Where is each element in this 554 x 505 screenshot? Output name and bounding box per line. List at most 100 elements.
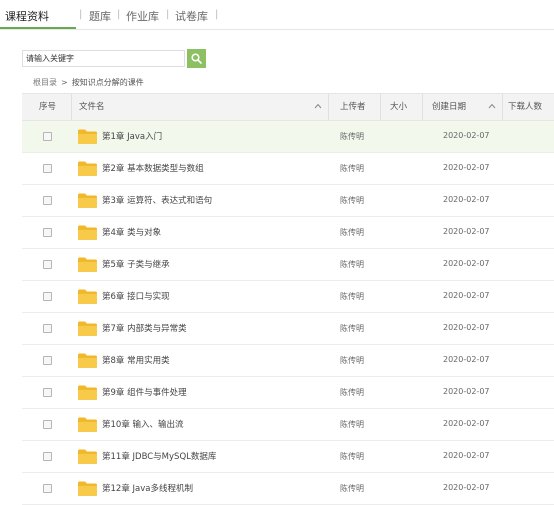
breadcrumb-current: 按知识点分解的课件 [71,78,144,87]
row-checkbox[interactable] [43,484,52,493]
header-size[interactable]: 大小 [390,94,407,120]
folder-icon[interactable] [77,416,98,433]
active-tab-indicator [0,27,76,29]
folder-icon[interactable] [77,256,98,273]
breadcrumb-root[interactable]: 根目录 [33,78,57,87]
uploader-name: 陈传明 [340,260,364,269]
tab-separator: | [166,9,170,20]
table-body: 第1章 Java入门 陈传明 2020-02-07 第2章 基本数据类型与数组 陈传明 2… [22,121,554,505]
uploader-name: 陈传明 [340,164,364,173]
header-divider [502,94,503,120]
sort-caret-icon[interactable] [314,103,322,109]
tab-homework-bank[interactable]: 作业库 [126,8,159,24]
folder-icon[interactable] [77,224,98,241]
row-checkbox[interactable] [43,452,52,461]
uploader-name: 陈传明 [340,356,364,365]
uploader-name: 陈传明 [340,324,364,333]
table-row[interactable]: 第12章 Java多线程机制 陈传明 2020-02-07 [22,473,554,505]
header-filename[interactable]: 文件名 [79,94,105,120]
breadcrumb-separator: > [61,78,68,87]
created-date: 2020-02-07 [443,195,490,204]
table-row[interactable]: 第1章 Java入门 陈传明 2020-02-07 [22,121,554,153]
sort-caret-icon[interactable] [488,103,496,109]
row-checkbox[interactable] [43,164,52,173]
breadcrumb: 根目录 > 按知识点分解的课件 [33,77,144,88]
table-row[interactable]: 第8章 常用实用类 陈传明 2020-02-07 [22,345,554,377]
row-checkbox[interactable] [43,356,52,365]
header-uploader[interactable]: 上传者 [340,94,366,120]
header-divider [380,94,381,120]
tab-course-materials[interactable]: 课程资料 [5,8,49,24]
created-date: 2020-02-07 [443,291,490,300]
tab-question-bank[interactable]: 题库 [89,8,111,24]
table-row[interactable]: 第4章 类与对象 陈传明 2020-02-07 [22,217,554,249]
folder-icon[interactable] [77,352,98,369]
header-downloads[interactable]: 下载人数 [508,94,542,120]
file-name-link[interactable]: 第7章 内部类与异常类 [102,322,187,334]
folder-icon[interactable] [77,160,98,177]
file-name-link[interactable]: 第9章 组件与事件处理 [102,386,187,398]
file-table: 序号 文件名 上传者 大小 创建日期 下载人数 第1章 Java入门 陈传明 202… [22,93,554,505]
created-date: 2020-02-07 [443,483,490,492]
row-checkbox[interactable] [43,292,52,301]
folder-icon[interactable] [77,288,98,305]
file-name-link[interactable]: 第3章 运算符、表达式和语句 [102,194,212,206]
table-row[interactable]: 第6章 接口与实现 陈传明 2020-02-07 [22,281,554,313]
folder-icon[interactable] [77,320,98,337]
file-name-link[interactable]: 第5章 子类与继承 [102,258,170,270]
row-checkbox[interactable] [43,196,52,205]
table-row[interactable]: 第7章 内部类与异常类 陈传明 2020-02-07 [22,313,554,345]
created-date: 2020-02-07 [443,163,490,172]
row-checkbox[interactable] [43,260,52,269]
table-row[interactable]: 第2章 基本数据类型与数组 陈传明 2020-02-07 [22,153,554,185]
uploader-name: 陈传明 [340,292,364,301]
header-created-date[interactable]: 创建日期 [432,94,466,120]
created-date: 2020-02-07 [443,131,490,140]
header-divider [422,94,423,120]
file-name-link[interactable]: 第10章 输入、输出流 [102,418,184,430]
row-checkbox[interactable] [43,420,52,429]
uploader-name: 陈传明 [340,228,364,237]
table-row[interactable]: 第3章 运算符、表达式和语句 陈传明 2020-02-07 [22,185,554,217]
folder-icon[interactable] [77,384,98,401]
folder-icon[interactable] [77,448,98,465]
folder-icon[interactable] [77,480,98,497]
search-box [22,50,185,67]
table-header: 序号 文件名 上传者 大小 创建日期 下载人数 [22,93,554,121]
table-row[interactable]: 第10章 输入、输出流 陈传明 2020-02-07 [22,409,554,441]
created-date: 2020-02-07 [443,419,490,428]
search-input[interactable] [23,51,181,66]
row-checkbox[interactable] [43,132,52,141]
created-date: 2020-02-07 [443,451,490,460]
table-row[interactable]: 第9章 组件与事件处理 陈传明 2020-02-07 [22,377,554,409]
uploader-name: 陈传明 [340,420,364,429]
uploader-name: 陈传明 [340,196,364,205]
table-row[interactable]: 第5章 子类与继承 陈传明 2020-02-07 [22,249,554,281]
folder-icon[interactable] [77,192,98,209]
uploader-name: 陈传明 [340,132,364,141]
created-date: 2020-02-07 [443,323,490,332]
uploader-name: 陈传明 [340,388,364,397]
created-date: 2020-02-07 [443,387,490,396]
file-name-link[interactable]: 第4章 类与对象 [102,226,161,238]
tab-bar: 课程资料 | 题库 | 作业库 | 试卷库 | [0,0,554,30]
created-date: 2020-02-07 [443,227,490,236]
header-divider [71,94,72,120]
row-checkbox[interactable] [43,228,52,237]
row-checkbox[interactable] [43,388,52,397]
tab-separator: | [215,9,219,20]
file-name-link[interactable]: 第2章 基本数据类型与数组 [102,162,204,174]
uploader-name: 陈传明 [340,452,364,461]
search-button[interactable] [187,49,206,68]
file-name-link[interactable]: 第12章 Java多线程机制 [102,482,193,494]
created-date: 2020-02-07 [443,355,490,364]
table-row[interactable]: 第11章 JDBC与MySQL数据库 陈传明 2020-02-07 [22,441,554,473]
file-name-link[interactable]: 第1章 Java入门 [102,130,162,142]
file-name-link[interactable]: 第8章 常用实用类 [102,354,170,366]
tab-exam-bank[interactable]: 试卷库 [175,8,208,24]
folder-icon[interactable] [77,128,98,145]
file-name-link[interactable]: 第6章 接口与实现 [102,290,170,302]
header-index: 序号 [39,102,57,112]
file-name-link[interactable]: 第11章 JDBC与MySQL数据库 [102,450,216,462]
row-checkbox[interactable] [43,324,52,333]
